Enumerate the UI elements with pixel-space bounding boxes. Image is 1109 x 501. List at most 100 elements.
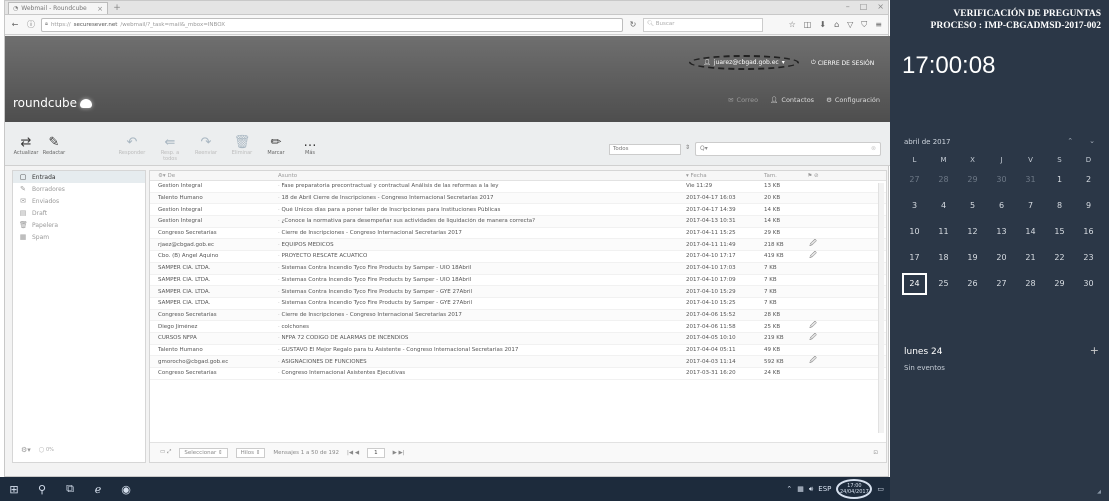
calendar-day[interactable]: 28 [929, 167, 958, 193]
folder-item[interactable]: ✎ Borradores [13, 183, 145, 195]
calendar-day[interactable]: 27 [987, 271, 1016, 297]
column-date[interactable]: ▾ Fecha [682, 173, 762, 179]
calendar-day[interactable]: 22 [1045, 245, 1074, 271]
minimize-icon[interactable]: – [846, 2, 850, 11]
next-page-icon[interactable]: ▶ ▶| [393, 450, 405, 456]
attachment-icon[interactable]: 🖉 [802, 251, 824, 262]
folder-item[interactable]: 🗑︎ Papelera [13, 219, 145, 231]
message-row[interactable]: SAMPER CIA. LTDA. Sistemas Contra Incendi… [150, 275, 886, 287]
message-row[interactable]: SAMPER CIA. LTDA. Sistemas Contra Incendi… [150, 298, 886, 310]
list-options-icon[interactable]: ▭ ⤢ [160, 449, 171, 456]
filter-chevron-icon[interactable]: ⇕ [685, 144, 690, 151]
calendar-day[interactable]: 7 [1016, 193, 1045, 219]
taskbar-clock[interactable]: 17:00 24/04/2017 [836, 479, 873, 499]
calendar-day[interactable]: 15 [1045, 219, 1074, 245]
message-row[interactable]: Cbo. (B) Angel Aquino PROYECTO RESCATE AC… [150, 251, 886, 263]
calendar-day[interactable]: 14 [1016, 219, 1045, 245]
calendar-day-today[interactable]: 24 [900, 271, 929, 297]
preview-toggle-icon[interactable]: ⊡ [873, 450, 878, 456]
column-size[interactable]: Tam. [762, 173, 802, 179]
task-view-icon[interactable]: ⧉ [56, 482, 84, 496]
filter-select[interactable]: Todos [609, 144, 681, 155]
first-page-icon[interactable]: |◀ ◀ [347, 450, 359, 456]
reply-button[interactable]: ↶ Responder [117, 136, 147, 157]
message-row[interactable]: CURSOS NFPA NFPA 72 CÓDIGO DE ALARMAS DE … [150, 332, 886, 345]
calendar-day[interactable]: 3 [900, 193, 929, 219]
star-icon[interactable]: ☆ [789, 20, 796, 30]
chevron-up-icon[interactable]: ⌃ [1067, 137, 1073, 145]
column-subject[interactable]: Asunto [270, 173, 682, 179]
message-row[interactable]: rjaez@cbgad.gob.ec EQUIPOS MÉDICOS 2017-04… [150, 239, 886, 252]
calendar-day[interactable]: 10 [900, 219, 929, 245]
message-row[interactable]: SAMPER CIA. LTDA. Sistemas Contra Incendi… [150, 286, 886, 298]
maximize-icon[interactable]: □ [860, 2, 868, 11]
attachment-icon[interactable]: 🖉 [802, 239, 824, 250]
home-icon[interactable]: ⌂ [834, 20, 839, 30]
more-button[interactable]: … Más [295, 136, 325, 157]
forward-button[interactable]: ↷ Reenviar [191, 136, 221, 157]
message-row[interactable]: SAMPER CIA. LTDA. Sistemas Contra Incendi… [150, 262, 886, 275]
attachment-icon[interactable]: 🖉 [802, 333, 824, 344]
back-icon[interactable]: ← [9, 20, 21, 29]
message-row[interactable]: Diego Jiménez colchones 2017-04-06 11:58 25… [150, 321, 886, 333]
download-icon[interactable]: ⬇ [819, 20, 826, 30]
nav-mail[interactable]: ✉ Correo [728, 96, 758, 104]
language-icon[interactable]: ESP [818, 485, 831, 493]
message-row[interactable]: Gestion Integral Fase preparatoria precon… [150, 181, 886, 193]
windows-start-icon[interactable]: ⊞ [0, 483, 28, 496]
calendar-day[interactable]: 23 [1074, 245, 1103, 271]
close-tab-icon[interactable]: × [97, 5, 103, 13]
logout-link[interactable]: ⏻ CIERRE DE SESIÓN [811, 59, 874, 67]
user-account[interactable]: 👤︎ juarez@cbgad.gob.ec ▾ [689, 55, 799, 70]
calendar-day[interactable]: 8 [1045, 193, 1074, 219]
reload-icon[interactable]: ↻ [627, 20, 639, 29]
mark-button[interactable]: ✏ Marcar [261, 136, 291, 157]
folder-settings-icon[interactable]: ⚙▾ [21, 446, 31, 454]
calendar-day[interactable]: 26 [958, 271, 987, 297]
message-row[interactable]: Talento Humano GUSTAVO El Mejor Regalo pa… [150, 345, 886, 357]
calendar-day[interactable]: 29 [1045, 271, 1074, 297]
reply-all-button[interactable]: ⇚ Resp. a todos [155, 136, 185, 163]
message-row[interactable]: gmorocho@cbgad.gob.ec ASIGNACIONES DE FUN… [150, 356, 886, 368]
clear-search-icon[interactable]: ⊗ [871, 145, 876, 152]
mail-search-input[interactable]: Q▾ ⊗ [695, 142, 881, 156]
refresh-button[interactable]: ⇄ Actualizar [11, 136, 41, 157]
browser-tab[interactable]: ◔ Webmail - Roundcube × [8, 2, 108, 14]
folder-item[interactable]: ▦ Spam [13, 231, 145, 243]
calendar-day[interactable]: 5 [958, 193, 987, 219]
attachment-icon[interactable]: 🖉 [802, 356, 824, 367]
threads-dropdown[interactable]: Hilos ⇕ [235, 447, 266, 458]
attachment-icon[interactable]: 🖉 [802, 321, 824, 332]
network-icon[interactable]: ▦ [797, 485, 804, 493]
calendar-day[interactable]: 11 [929, 219, 958, 245]
folder-item[interactable]: ▢ Entrada [13, 171, 145, 183]
menu-icon[interactable]: ≡ [875, 20, 882, 30]
list-scrollbar[interactable] [878, 183, 884, 433]
calendar-day[interactable]: 1 [1045, 167, 1074, 193]
chevron-down-icon[interactable]: ⌄ [1089, 137, 1095, 145]
volume-icon[interactable]: 🔊︎ [809, 485, 813, 494]
calendar-day[interactable]: 21 [1016, 245, 1045, 271]
add-event-icon[interactable]: + [1090, 344, 1099, 357]
calendar-day[interactable]: 25 [929, 271, 958, 297]
page-number-input[interactable]: 1 [367, 447, 385, 458]
calendar-month[interactable]: abril de 2017 [904, 138, 951, 146]
nav-settings[interactable]: ⚙ Configuración [826, 96, 880, 104]
close-window-icon[interactable]: × [877, 2, 884, 11]
compose-button[interactable]: ✎ Redactar [39, 136, 69, 157]
message-row[interactable]: Congreso Secretarías Cierre de Inscripcio… [150, 309, 886, 322]
calendar-day[interactable]: 4 [929, 193, 958, 219]
calendar-day[interactable]: 19 [958, 245, 987, 271]
column-from[interactable]: ⚙▾ De [150, 173, 270, 179]
calendar-day[interactable]: 20 [987, 245, 1016, 271]
delete-button[interactable]: 🗑︎ Eliminar [227, 136, 257, 157]
reading-list-icon[interactable]: ◫ [804, 20, 812, 30]
message-row[interactable]: Congreso Secretarías Congreso Internacion… [150, 368, 886, 380]
calendar-day[interactable]: 16 [1074, 219, 1103, 245]
folder-item[interactable]: ▤ Draft [13, 207, 145, 219]
calendar-day[interactable]: 12 [958, 219, 987, 245]
folder-item[interactable]: ✉ Enviados [13, 195, 145, 207]
calendar-day[interactable]: 2 [1074, 167, 1103, 193]
calendar-day[interactable]: 27 [900, 167, 929, 193]
firefox-icon[interactable]: ◉ [112, 483, 140, 496]
